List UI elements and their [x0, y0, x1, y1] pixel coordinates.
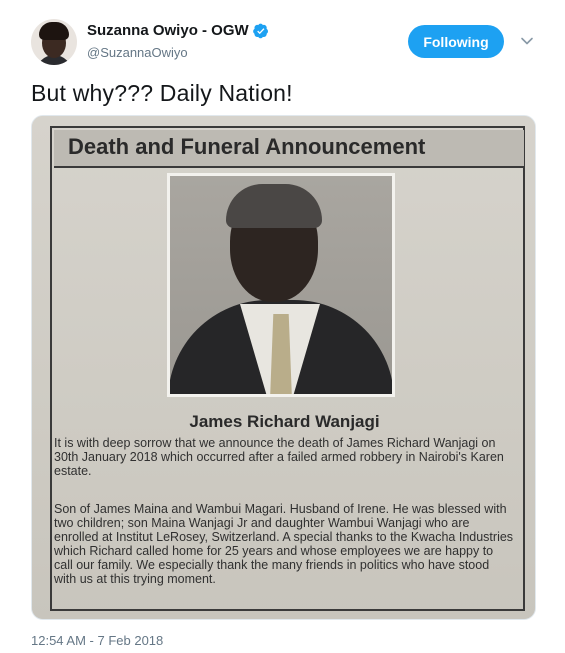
announcement-paragraph-1: It is with deep sorrow that we announce …	[54, 436, 504, 478]
announcement-paragraph-2: Son of James Maina and Wambui Magari. Hu…	[54, 502, 514, 586]
avatar-hair	[39, 22, 69, 40]
display-name[interactable]: Suzanna Owiyo - OGW	[87, 22, 249, 39]
user-handle[interactable]: @SuzannaOwiyo	[87, 45, 188, 60]
portrait-photo	[167, 173, 395, 397]
author-name-row[interactable]: Suzanna Owiyo - OGW	[87, 22, 269, 39]
deceased-name: James Richard Wanjagi	[189, 412, 380, 431]
portrait-tie	[270, 314, 292, 394]
verified-badge-icon	[252, 23, 268, 38]
announcement-headline: Death and Funeral Announcement	[68, 134, 426, 159]
chevron-down-icon[interactable]	[520, 34, 534, 48]
portrait-hair	[226, 184, 322, 228]
avatar[interactable]	[31, 19, 77, 65]
tweet-text: But why??? Daily Nation!	[31, 80, 293, 106]
tweet-media-image[interactable]: Death and Funeral Announcement James Ric…	[31, 115, 536, 620]
tweet-timestamp[interactable]: 12:54 AM - 7 Feb 2018	[31, 633, 163, 648]
following-button[interactable]: Following	[408, 25, 504, 58]
